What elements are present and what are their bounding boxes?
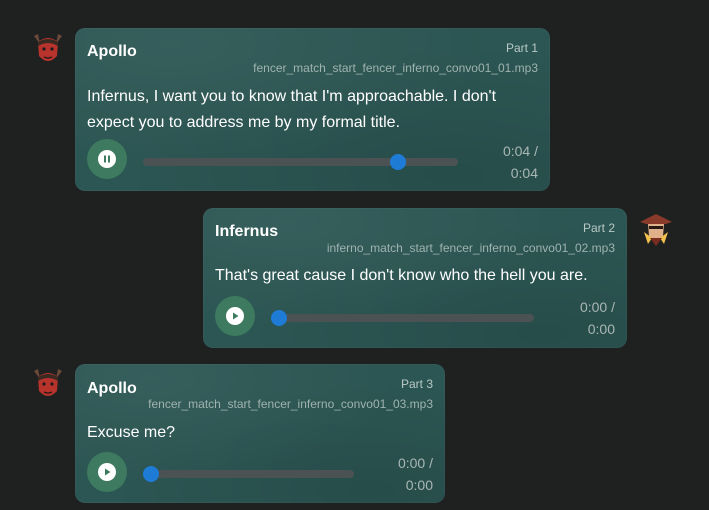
message-bubble: Apollo Part 1 fencer_match_start_fencer_… [75,28,550,191]
audio-time-total: 0:00 [587,321,615,337]
play-button[interactable] [215,296,255,336]
part-label: Part 3 [400,377,433,391]
speaker-name: Apollo [87,43,137,60]
message-bubble: Apollo Part 3 fencer_match_start_fencer_… [75,364,445,503]
part-label: Part 2 [582,221,615,235]
audio-filename: fencer_match_start_fencer_inferno_convo0… [253,61,538,75]
audio-time-current: 0:00 / [397,455,433,471]
part-label: Part 1 [505,41,538,55]
audio-time: 0:00 / 0:00 [398,452,433,496]
audio-progress-track[interactable] [143,466,354,482]
play-button[interactable] [87,452,127,492]
message-bubble: Infernus Part 2 inferno_match_start_fenc… [203,208,627,348]
speaker-name: Infernus [215,223,279,240]
speaker-name: Apollo [87,380,137,397]
audio-time: 0:00 / 0:00 [580,296,615,340]
audio-progress-knob[interactable] [143,466,159,482]
message-text: Excuse me? [87,424,176,441]
audio-filename: fencer_match_start_fencer_inferno_convo0… [148,397,433,411]
audio-filename: inferno_match_start_fencer_inferno_convo… [326,241,615,255]
audio-time-total: 0:04 [510,165,538,181]
pause-icon [98,150,116,168]
audio-progress-track[interactable] [271,310,534,326]
message-text: That's great cause I don't know who the … [215,267,588,284]
pause-button[interactable] [87,139,127,179]
audio-progress-track[interactable] [143,154,458,170]
play-icon [226,307,244,325]
apollo-avatar-icon [28,30,68,70]
infernus-avatar-icon [636,208,676,248]
audio-time-total: 0:00 [405,477,433,493]
audio-progress-knob[interactable] [390,154,406,170]
apollo-avatar-icon [28,365,68,405]
audio-time-current: 0:04 / [502,143,538,159]
play-icon [98,463,116,481]
message-text: Infernus, I want you to know that I'm ap… [87,88,497,131]
audio-time-current: 0:00 / [579,299,615,315]
audio-progress-knob[interactable] [271,310,287,326]
audio-time: 0:04 / 0:04 [503,140,538,184]
